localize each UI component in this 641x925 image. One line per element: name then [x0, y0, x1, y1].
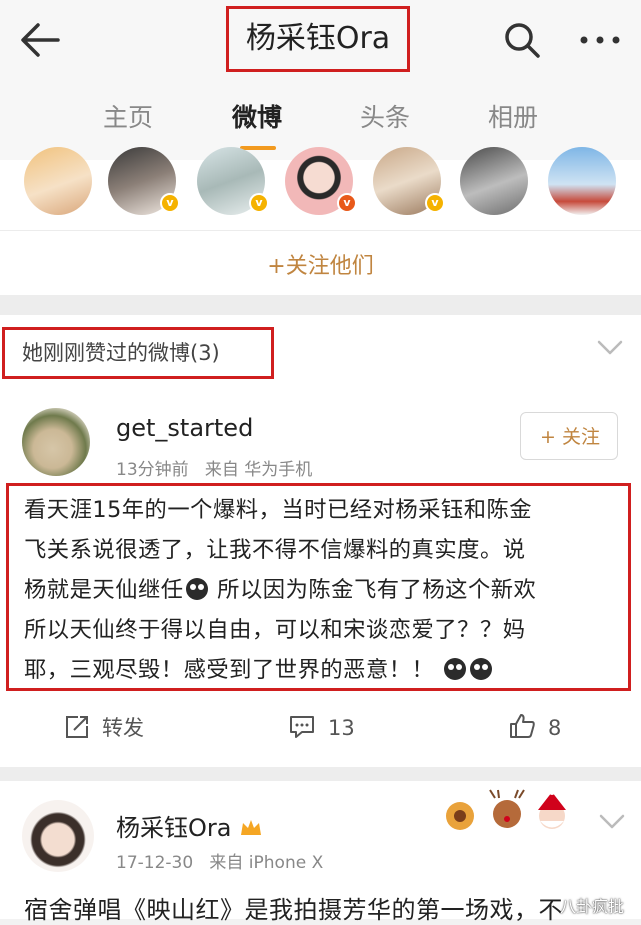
post-text-segment: 所以因为陈金飞有了杨这个新欢 [209, 577, 537, 603]
emoji-icon [185, 578, 208, 600]
post-time: 13分钟前 [116, 460, 189, 480]
member-crown-icon [241, 820, 262, 835]
post-meta: 13分钟前 来自 华为手机 [116, 455, 312, 480]
follow-button[interactable]: + 关注 [520, 412, 618, 460]
verified-badge-icon: v [425, 193, 445, 213]
post-text-line: 耶，三观尽毁！感受到了世界的恶意！！ [24, 650, 622, 690]
liked-posts-title: 她刚刚赞过的微博(3) [22, 341, 220, 365]
page-title: 杨采钰Ora [245, 21, 391, 56]
comment-button[interactable]: 13 [288, 708, 355, 748]
back-arrow-icon[interactable] [18, 20, 62, 60]
tab-home[interactable]: 主页 [78, 90, 178, 146]
post-text: 宿舍弹唱《映山红》是我拍摄芳华的第一场戏，不 [24, 896, 563, 924]
post-text-line: 看天涯15年的一个爆料，当时已经对杨采钰和陈金 [24, 497, 533, 523]
avatar[interactable] [22, 408, 90, 476]
like-button[interactable]: 8 [508, 708, 561, 748]
repost-button[interactable]: 转发 [64, 708, 144, 748]
profile-tabs: 主页 微博 头条 相册 [0, 90, 641, 150]
avatar[interactable] [22, 800, 94, 872]
post-text-line: 所以天仙终于得以自由，可以和宋谈恋爱了？？妈 [24, 617, 526, 643]
watermark: 八卦疯批 [560, 897, 625, 916]
christmas-decoration-icon [446, 789, 566, 830]
section-gap [0, 767, 641, 781]
post-source: 来自 华为手机 [204, 460, 313, 480]
comment-icon [290, 716, 314, 738]
tab-headlines[interactable]: 头条 [335, 90, 435, 146]
tab-album[interactable]: 相册 [463, 90, 563, 146]
divider [0, 230, 641, 231]
chevron-down-icon[interactable] [598, 812, 626, 832]
verified-badge-icon: v [337, 193, 357, 213]
follow-button-label: + 关注 [540, 426, 600, 448]
post-username[interactable]: 杨采钰Ora [116, 808, 263, 843]
like-count: 8 [548, 716, 562, 740]
post-text: 看天涯15年的一个爆料，当时已经对杨采钰和陈金 飞关系说很透了，让我不得不信爆料… [24, 490, 622, 690]
repost-label: 转发 [102, 716, 144, 740]
post-time: 17-12-30 [116, 853, 194, 873]
post-text-segment: 耶，三观尽毁！感受到了世界的恶意！！ [24, 657, 435, 683]
thumbs-up-icon [510, 714, 535, 738]
section-gap [0, 295, 641, 315]
more-icon[interactable] [578, 30, 622, 50]
verified-badge-icon: v [249, 193, 269, 213]
verified-badge-icon: v [160, 193, 180, 213]
post-text-line: 飞关系说很透了，让我不得不信爆料的真实度。说 [24, 537, 526, 563]
post-text-segment: 杨就是天仙继任 [24, 577, 184, 603]
tab-weibo[interactable]: 微博 [207, 90, 307, 146]
post-username-text: 杨采钰Ora [116, 814, 232, 842]
emoji-icon [443, 658, 466, 680]
repost-icon [66, 716, 88, 738]
recommended-avatar[interactable] [460, 147, 528, 215]
recommended-avatar[interactable] [24, 147, 92, 215]
chevron-down-icon[interactable] [596, 338, 624, 358]
recommended-avatar[interactable] [548, 147, 616, 215]
post-username[interactable]: get_started [116, 414, 253, 442]
post-meta: 17-12-30 来自 iPhone X [116, 848, 323, 873]
post-text-line: 杨就是天仙继任 所以因为陈金飞有了杨这个新欢 [24, 570, 622, 610]
post-source: 来自 iPhone X [209, 853, 324, 873]
emoji-icon [469, 658, 492, 680]
search-icon[interactable] [502, 20, 542, 60]
comment-count: 13 [328, 716, 355, 740]
follow-them-button[interactable]: +关注他们 [0, 248, 641, 280]
